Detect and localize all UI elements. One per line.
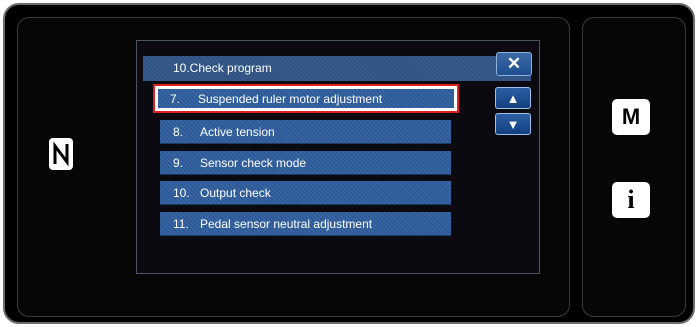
info-icon: i [627,185,635,214]
menu-item-label: Active tension [200,125,275,139]
menu-item-active-tension[interactable]: 8. Active tension [160,120,451,144]
close-icon: ✕ [506,54,522,73]
menu-item-number: 7. [170,92,181,106]
menu-item-output-check[interactable]: 10. Output check [160,181,451,205]
menu-item-number: 11. [173,217,189,231]
menu-item-number: 10. [173,186,190,200]
dialog-title-bar: 10.Check program [143,56,531,81]
menu-item-label: Sensor check mode [200,156,307,170]
menu-item-sensor-check[interactable]: 9. Sensor check mode [160,151,451,175]
side-panel [582,17,686,317]
scroll-down-button[interactable]: ▼ [495,113,531,135]
info-button[interactable]: i [612,182,650,218]
m-button[interactable]: M [612,99,650,135]
menu-item-inner: 7. Suspended ruler motor adjustment [158,89,454,108]
arrow-down-icon: ▼ [506,116,520,132]
menu-item-number: 8. [173,125,184,139]
nfc-icon [49,138,73,170]
menu-item-number: 9. [173,156,184,170]
dialog-title: 10.Check program [173,61,272,75]
close-button[interactable]: ✕ [496,52,532,76]
menu-item-pedal-sensor[interactable]: 11. Pedal sensor neutral adjustment [160,212,451,236]
m-button-label: M [621,104,641,129]
menu-item-label: Pedal sensor neutral adjustment [200,217,373,231]
menu-item-suspended-ruler[interactable]: 7. Suspended ruler motor adjustment [153,84,459,113]
scroll-up-button[interactable]: ▲ [495,87,531,109]
menu-item-label: Suspended ruler motor adjustment [198,92,383,106]
arrow-up-icon: ▲ [506,90,520,106]
menu-item-label: Output check [200,186,271,200]
